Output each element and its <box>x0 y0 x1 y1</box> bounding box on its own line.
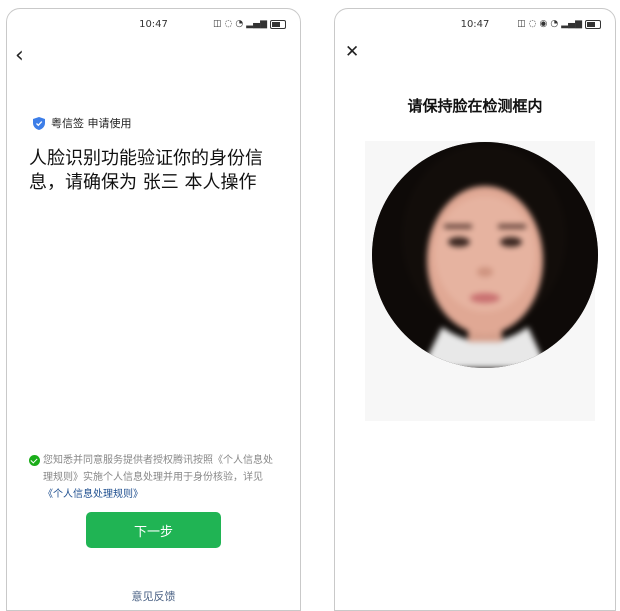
detect-heading: 请保持脸在检测框内 <box>407 97 543 115</box>
face-detection-frame <box>372 142 598 368</box>
wifi-icon: ◔ <box>235 19 244 29</box>
face-detect-screen: 10:47 ◫ ◌ ◉ ◔ ▂▄▆ ✕ 请保持脸在检测框内 <box>334 8 616 611</box>
app-name: 粤信签 申请使用 <box>51 117 132 130</box>
consent-section: 您知悉并同意服务提供者授权腾讯按照《个人信息处理规则》实施个人信息处理并用于身份… <box>29 452 279 503</box>
mute-icon: ◌ <box>224 19 233 29</box>
requesting-app: 粤信签 申请使用 <box>33 115 132 131</box>
back-chevron-icon[interactable]: ‹ <box>15 45 24 67</box>
status-bar: 10:47 ◫ ◌ ◔ ▂▄▆ <box>7 19 300 35</box>
shield-icon <box>33 116 45 130</box>
status-bar: 10:47 ◫ ◌ ◉ ◔ ▂▄▆ <box>335 19 615 35</box>
signal-icon: ▂▄▆ <box>246 19 267 29</box>
battery-icon <box>270 19 286 29</box>
nfc-icon: ◫ <box>213 19 222 29</box>
page-title: 人脸识别功能验证你的身份信息，请确保为 张三 本人操作 <box>29 148 263 193</box>
status-icons: ◫ ◌ ◉ ◔ ▂▄▆ <box>517 19 601 29</box>
signal-icon: ▂▄▆ <box>561 19 582 29</box>
face-image <box>372 142 598 368</box>
consent-body: 您知悉并同意服务提供者授权腾讯按照《个人信息处理规则》实施个人信息处理并用于身份… <box>43 455 273 483</box>
privacy-rules-link[interactable]: 《个人信息处理规则》 <box>43 489 143 500</box>
wifi-icon: ◔ <box>550 19 559 29</box>
status-icons: ◫ ◌ ◔ ▂▄▆ <box>213 19 286 29</box>
battery-icon <box>585 19 601 29</box>
consent-text: 您知悉并同意服务提供者授权腾讯按照《个人信息处理规则》实施个人信息处理并用于身份… <box>43 452 279 503</box>
nfc-icon: ◫ <box>517 19 526 29</box>
check-circle-icon[interactable] <box>29 455 40 466</box>
identity-intro-screen: 10:47 ◫ ◌ ◔ ▂▄▆ ‹ 粤信签 申请使用 人脸识别功能验证你的身份信… <box>6 8 301 611</box>
close-icon[interactable]: ✕ <box>345 42 359 62</box>
mute-icon: ◌ <box>528 19 537 29</box>
camera-icon: ◉ <box>539 19 548 29</box>
feedback-link[interactable]: 意见反馈 <box>7 588 300 604</box>
next-step-button[interactable]: 下一步 <box>86 512 221 548</box>
